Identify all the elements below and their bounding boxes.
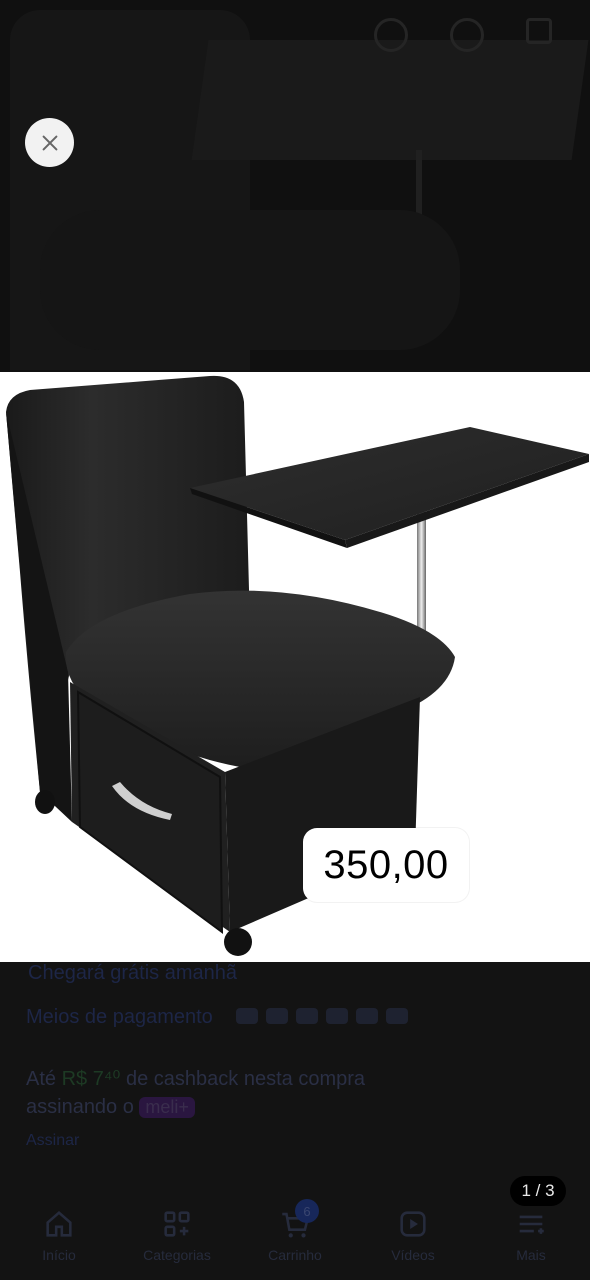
cashback-line: Até R$ 7⁴⁰ de cashback nesta compra — [26, 1066, 365, 1091]
grid-icon — [164, 1211, 190, 1237]
product-image-viewer: 350,00 Chegará grátis amanhã Meios de pa… — [0, 0, 590, 1280]
close-icon — [42, 135, 57, 150]
nail-chair-illustration — [6, 375, 589, 956]
payment-icons — [236, 1008, 408, 1024]
payment-methods-link[interactable]: Meios de pagamento — [26, 1006, 213, 1029]
nav-item-more[interactable]: Mais — [472, 1195, 590, 1280]
nav-item-home[interactable]: Início — [0, 1195, 118, 1280]
cashback-amount: R$ 7⁴⁰ — [61, 1068, 121, 1090]
menu-icon — [519, 1215, 544, 1234]
search-icon — [374, 18, 408, 52]
share-icon — [526, 18, 552, 44]
nav-label-categories: Categorias — [143, 1247, 211, 1263]
nav-label-cart: Carrinho — [268, 1247, 322, 1263]
price-label: 350,00 — [303, 828, 469, 902]
mercado-pago-icon — [236, 1008, 258, 1024]
cashback-suffix: de cashback nesta compra — [120, 1068, 366, 1090]
delivery-line: Chegará grátis amanhã — [28, 962, 238, 984]
subscribe-link[interactable]: Assinar — [26, 1132, 79, 1150]
cashback-prefix: Até — [26, 1068, 62, 1090]
nav-label-home: Início — [42, 1247, 76, 1263]
product-image[interactable] — [0, 372, 590, 962]
pix-icon — [266, 1008, 288, 1024]
home-icon — [46, 1210, 72, 1237]
meli-plus-badge: meli+ — [139, 1097, 195, 1118]
close-button[interactable] — [25, 118, 74, 167]
cashback-line2-text: assinando o — [26, 1096, 140, 1118]
nav-label-more: Mais — [516, 1247, 546, 1263]
dimmed-seat — [40, 210, 460, 350]
whatsapp-icon — [450, 18, 484, 52]
mastercard-icon — [296, 1008, 318, 1024]
elo-icon — [356, 1008, 378, 1024]
nav-label-videos: Vídeos — [391, 1247, 435, 1263]
boleto-icon — [386, 1008, 408, 1024]
dimmed-background-image — [0, 0, 590, 372]
dimmed-table — [191, 40, 589, 160]
cart-count-badge: 6 — [295, 1199, 319, 1223]
cashback-line-2: assinando o meli+ — [26, 1096, 195, 1119]
visa-icon — [326, 1008, 348, 1024]
nav-item-videos[interactable]: Vídeos — [354, 1195, 472, 1280]
nav-item-categories[interactable]: Categorias — [118, 1195, 236, 1280]
play-icon — [400, 1211, 426, 1237]
